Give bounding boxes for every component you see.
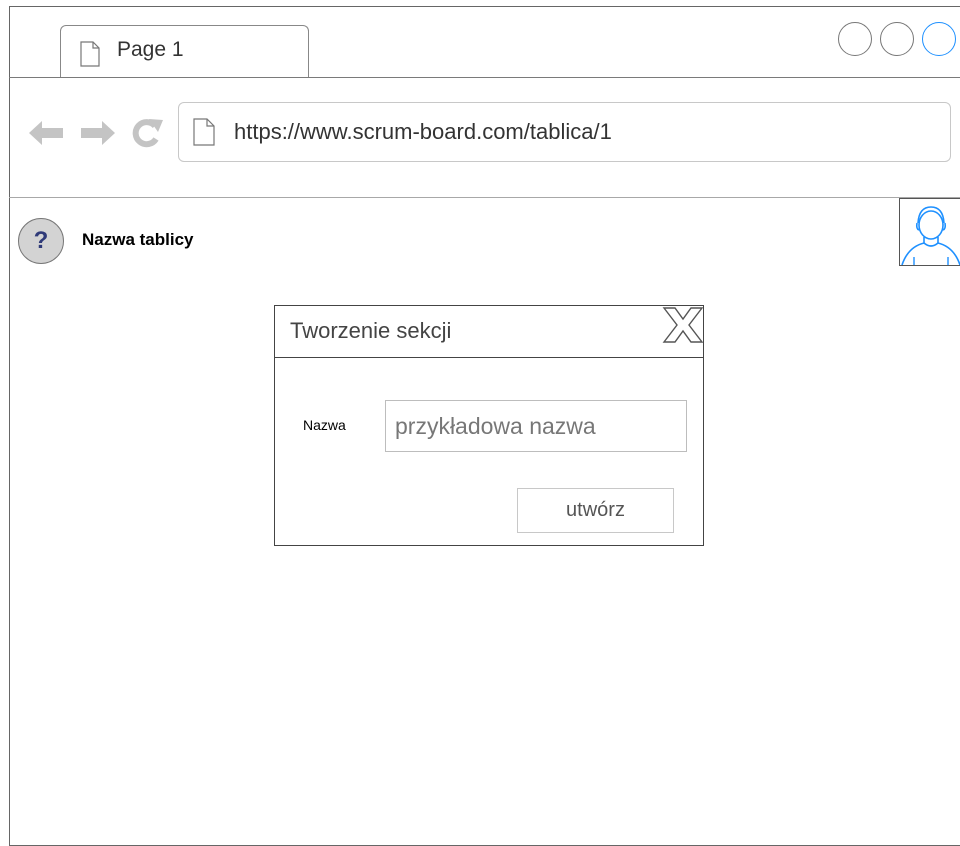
create-button[interactable]: utwórz: [517, 488, 674, 533]
tabbar-divider: [9, 77, 960, 78]
browser-tab[interactable]: Page 1: [60, 25, 309, 78]
close-window-button[interactable]: [922, 22, 956, 56]
maximize-button[interactable]: [880, 22, 914, 56]
user-avatar-icon[interactable]: [899, 198, 960, 266]
address-bar[interactable]: https://www.scrum-board.com/tablica/1: [178, 102, 951, 162]
board-title: Nazwa tablicy: [82, 230, 194, 249]
create-section-dialog: Tworzenie sekcji Nazwa utwórz: [274, 305, 704, 546]
dialog-header: Tworzenie sekcji: [275, 306, 705, 358]
minimize-button[interactable]: [838, 22, 872, 56]
page-icon: [193, 118, 215, 151]
name-input[interactable]: [385, 400, 687, 452]
url-text[interactable]: https://www.scrum-board.com/tablica/1: [234, 119, 612, 145]
back-arrow-icon[interactable]: [27, 118, 65, 153]
close-icon[interactable]: [661, 306, 705, 349]
help-icon[interactable]: ?: [18, 218, 64, 264]
refresh-icon[interactable]: [130, 117, 164, 154]
name-label: Nazwa: [303, 417, 346, 433]
dialog-title: Tworzenie sekcji: [290, 318, 452, 343]
tab-title: Page 1: [117, 38, 184, 61]
forward-arrow-icon[interactable]: [79, 118, 117, 153]
toolbar-divider: [9, 197, 960, 198]
page-icon: [80, 41, 100, 72]
